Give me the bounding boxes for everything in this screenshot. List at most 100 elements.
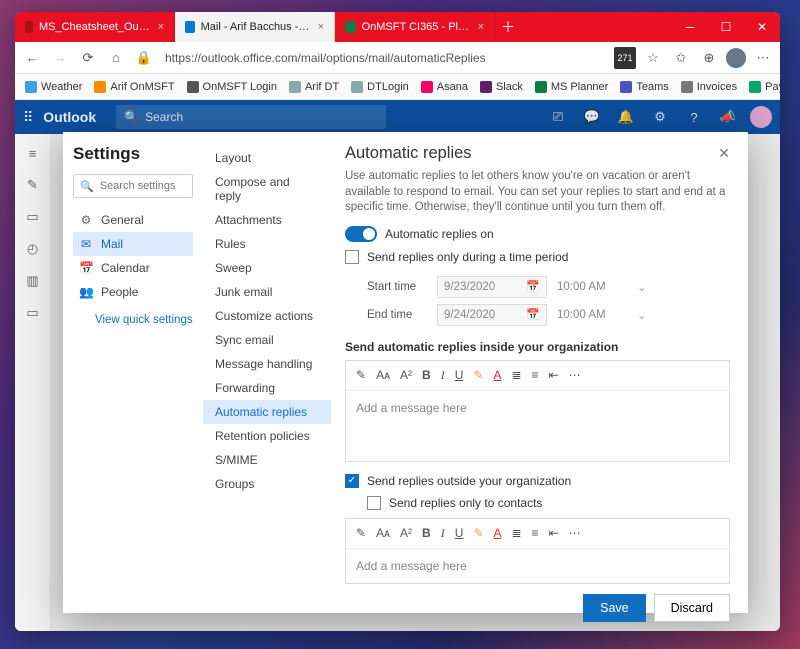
settings-subnav-item[interactable]: Automatic replies (203, 400, 331, 424)
maximize-button[interactable]: ☐ (708, 12, 744, 42)
extension-icon[interactable]: ☆ (642, 47, 664, 69)
chat-icon[interactable]: 💬 (580, 109, 604, 125)
settings-subnav-item[interactable]: Customize actions (203, 304, 331, 328)
home-button[interactable]: ⌂ (105, 47, 127, 69)
indent-icon[interactable]: ⇤ (549, 368, 559, 382)
app-launcher-icon[interactable]: ⠿ (23, 109, 33, 126)
font-size-icon[interactable]: A² (400, 368, 412, 382)
favorites-button[interactable]: ✩ (670, 47, 692, 69)
settings-subnav-item[interactable]: Attachments (203, 208, 331, 232)
contacts-only-checkbox[interactable] (367, 496, 381, 510)
close-icon[interactable]: × (158, 21, 164, 33)
font-size-icon[interactable]: A² (400, 526, 412, 540)
collections-button[interactable]: ⊕ (698, 47, 720, 69)
browser-tab[interactable]: MS_Cheatsheet_OutlookMailOn… × (15, 12, 175, 42)
settings-nav-item[interactable]: 📅Calendar (73, 256, 193, 280)
bold-button[interactable]: B (422, 526, 431, 540)
bookmark-item[interactable]: Slack (476, 81, 527, 93)
settings-nav-item[interactable]: ⚙General (73, 208, 193, 232)
address-bar[interactable]: https://outlook.office.com/mail/options/… (161, 51, 608, 65)
teams-call-icon[interactable]: ⎚ (546, 109, 570, 125)
settings-subnav-item[interactable]: Groups (203, 472, 331, 496)
bookmark-item[interactable]: Weather (21, 81, 86, 93)
rail-icon[interactable]: ▥ (24, 272, 42, 290)
settings-nav-item[interactable]: ✉Mail (73, 232, 193, 256)
rail-compose-icon[interactable]: ✎ (24, 176, 42, 194)
numbering-icon[interactable]: ≡ (532, 368, 539, 382)
more-formatting-icon[interactable]: ⋯ (569, 368, 581, 382)
bookmark-item[interactable]: Asana (417, 81, 472, 93)
font-color-icon[interactable]: A (493, 368, 501, 382)
outlook-search[interactable]: 🔍 Search (116, 105, 386, 129)
avatar-icon[interactable] (750, 106, 772, 128)
view-quick-settings-link[interactable]: View quick settings (95, 314, 193, 326)
font-color-icon[interactable]: A (493, 526, 501, 540)
settings-subnav-item[interactable]: Compose and reply (203, 170, 331, 208)
italic-button[interactable]: I (441, 368, 445, 383)
settings-subnav-item[interactable]: Retention policies (203, 424, 331, 448)
highlighter-icon[interactable]: ✎ (356, 368, 366, 382)
settings-subnav-item[interactable]: Layout (203, 146, 331, 170)
rail-icon[interactable]: ▭ (24, 304, 42, 322)
bookmark-item[interactable]: Teams (616, 81, 672, 93)
settings-subnav-item[interactable]: Rules (203, 232, 331, 256)
settings-subnav-item[interactable]: S/MIME (203, 448, 331, 472)
forward-button[interactable]: → (49, 47, 71, 69)
settings-subnav-item[interactable]: Message handling (203, 352, 331, 376)
refresh-button[interactable]: ⟳ (77, 47, 99, 69)
bookmark-item[interactable]: DTLogin (347, 81, 413, 93)
highlight-color-icon[interactable]: ✎ (473, 368, 483, 382)
minimize-button[interactable]: ─ (672, 12, 708, 42)
rail-icon[interactable]: ▭ (24, 208, 42, 226)
bookmark-item[interactable]: Pay (745, 81, 780, 93)
editor-body[interactable]: Add a message here (346, 549, 729, 583)
new-tab-button[interactable]: ＋ (495, 12, 521, 42)
time-period-checkbox[interactable] (345, 250, 359, 264)
italic-button[interactable]: I (441, 526, 445, 541)
save-button[interactable]: Save (583, 594, 646, 622)
profile-avatar[interactable] (726, 48, 746, 68)
browser-tab[interactable]: OnMSFT CI365 - Planner × (335, 12, 495, 42)
bookmark-item[interactable]: MS Planner (531, 81, 612, 93)
start-date-input[interactable]: 9/23/2020📅 (437, 276, 547, 298)
start-time-select[interactable]: 10:00 AM (557, 281, 627, 293)
end-date-input[interactable]: 9/24/2020📅 (437, 304, 547, 326)
settings-subnav-item[interactable]: Forwarding (203, 376, 331, 400)
settings-icon[interactable]: ⚙ (648, 109, 672, 125)
browser-tab-active[interactable]: Mail - Arif Bacchus - Outlook × (175, 12, 335, 42)
more-formatting-icon[interactable]: ⋯ (569, 526, 581, 540)
font-family-icon[interactable]: Aᴀ (376, 526, 390, 540)
rail-icon[interactable]: ◴ (24, 240, 42, 258)
font-family-icon[interactable]: Aᴀ (376, 368, 390, 382)
bullets-icon[interactable]: ≣ (511, 526, 521, 540)
highlighter-icon[interactable]: ✎ (356, 526, 366, 540)
highlight-color-icon[interactable]: ✎ (473, 526, 483, 540)
close-button[interactable]: ✕ (744, 12, 780, 42)
bold-button[interactable]: B (422, 368, 431, 382)
numbering-icon[interactable]: ≡ (532, 526, 539, 540)
close-icon[interactable]: × (318, 21, 324, 33)
help-icon[interactable]: ? (682, 110, 706, 125)
discard-button[interactable]: Discard (654, 594, 730, 622)
end-time-select[interactable]: 10:00 AM (557, 309, 627, 321)
editor-body[interactable]: Add a message here (346, 391, 729, 461)
settings-subnav-item[interactable]: Sync email (203, 328, 331, 352)
underline-button[interactable]: U (455, 368, 464, 382)
more-button[interactable]: ⋯ (752, 47, 774, 69)
settings-search[interactable]: 🔍 Search settings (73, 174, 193, 198)
whatsnew-icon[interactable]: 📣 (716, 109, 740, 125)
bookmark-item[interactable]: Arif DT (285, 81, 343, 93)
settings-subnav-item[interactable]: Sweep (203, 256, 331, 280)
bookmark-item[interactable]: Arif OnMSFT (90, 81, 178, 93)
back-button[interactable]: ← (21, 47, 43, 69)
close-icon[interactable]: × (478, 21, 484, 33)
bookmark-item[interactable]: OnMSFT Login (183, 81, 281, 93)
settings-nav-item[interactable]: 👥People (73, 280, 193, 304)
bookmark-item[interactable]: Invoices (677, 81, 741, 93)
notifications-icon[interactable]: 🔔 (614, 109, 638, 125)
indent-icon[interactable]: ⇤ (549, 526, 559, 540)
underline-button[interactable]: U (455, 526, 464, 540)
outside-org-checkbox[interactable] (345, 474, 359, 488)
rail-menu-icon[interactable]: ≡ (24, 144, 42, 162)
settings-subnav-item[interactable]: Junk email (203, 280, 331, 304)
